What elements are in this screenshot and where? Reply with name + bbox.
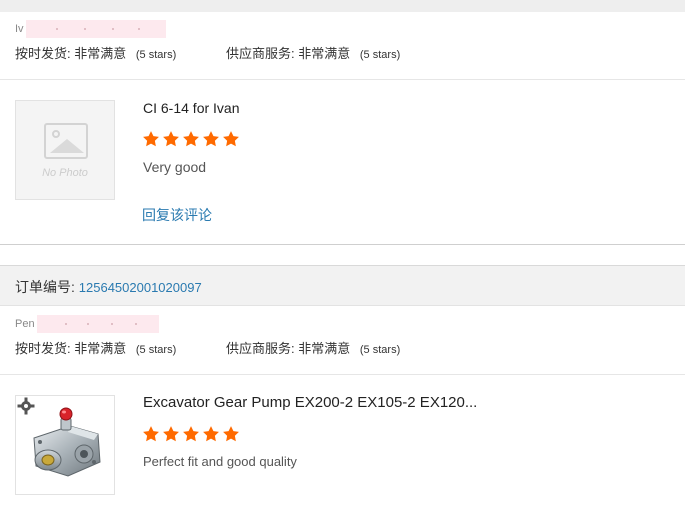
star-icon [183,131,199,147]
ratings-row: 按时发货: 非常满意 (5 stars) 供应商服务: 非常满意 (5 star… [15,340,400,358]
star-icon [163,426,179,442]
shipping-value: 非常满意 [74,46,127,61]
review-comment: Perfect fit and good quality [143,454,297,469]
service-label: 供应商服务: [226,46,295,61]
star-icon [143,131,159,147]
buyer-name-masked [36,315,159,334]
rating-stars [142,130,240,150]
order-header: 订单编号: 12564502001020097 [0,265,685,306]
star-icon [183,426,199,442]
reply-link[interactable]: 回复该评论 [142,205,212,225]
product-title[interactable]: Excavator Gear Pump EX200-2 EX105-2 EX12… [143,394,477,411]
star-icon [143,426,159,442]
order-number-row: 订单编号: 12564502001020097 [15,277,202,297]
top-strip [0,0,685,12]
divider [0,79,685,80]
star-icon [223,426,239,442]
buyer-name-prefix: Iv [15,23,24,35]
buyer-name: Pen [15,315,159,334]
no-photo-icon [44,123,88,159]
shipping-stars: (5 stars) [135,49,177,61]
buyer-name: Iv [15,20,166,39]
star-icon [163,131,179,147]
shipping-label: 按时发货: [15,46,71,61]
buyer-name-masked [25,20,166,39]
star-icon [203,131,219,147]
rating-stars [142,425,240,445]
gear-pump-image [33,407,101,477]
divider [0,374,685,375]
order-number-link[interactable]: 12564502001020097 [79,280,202,295]
product-thumbnail[interactable] [15,395,115,495]
service-rating: 供应商服务: 非常满意 (5 stars) [226,45,400,64]
shipping-label: 按时发货: [15,341,71,356]
buyer-name-prefix: Pen [15,318,35,330]
service-rating: 供应商服务: 非常满意 (5 stars) [226,340,400,359]
service-value: 非常满意 [298,341,351,356]
star-icon [223,131,239,147]
ratings-row: 按时发货: 非常满意 (5 stars) 供应商服务: 非常满意 (5 star… [15,45,400,63]
service-stars: (5 stars) [359,344,401,356]
star-icon [203,426,219,442]
product-thumbnail[interactable]: No Photo [15,100,115,200]
no-photo-label: No Photo [42,167,88,179]
service-stars: (5 stars) [359,49,401,61]
shipping-stars: (5 stars) [135,344,177,356]
divider [0,244,685,245]
review-comment: Very good [143,159,207,175]
product-title[interactable]: CI 6-14 for Ivan [143,100,240,116]
service-value: 非常满意 [298,46,351,61]
service-label: 供应商服务: [226,341,295,356]
order-number-label: 订单编号: [15,279,75,295]
shipping-value: 非常满意 [74,341,127,356]
